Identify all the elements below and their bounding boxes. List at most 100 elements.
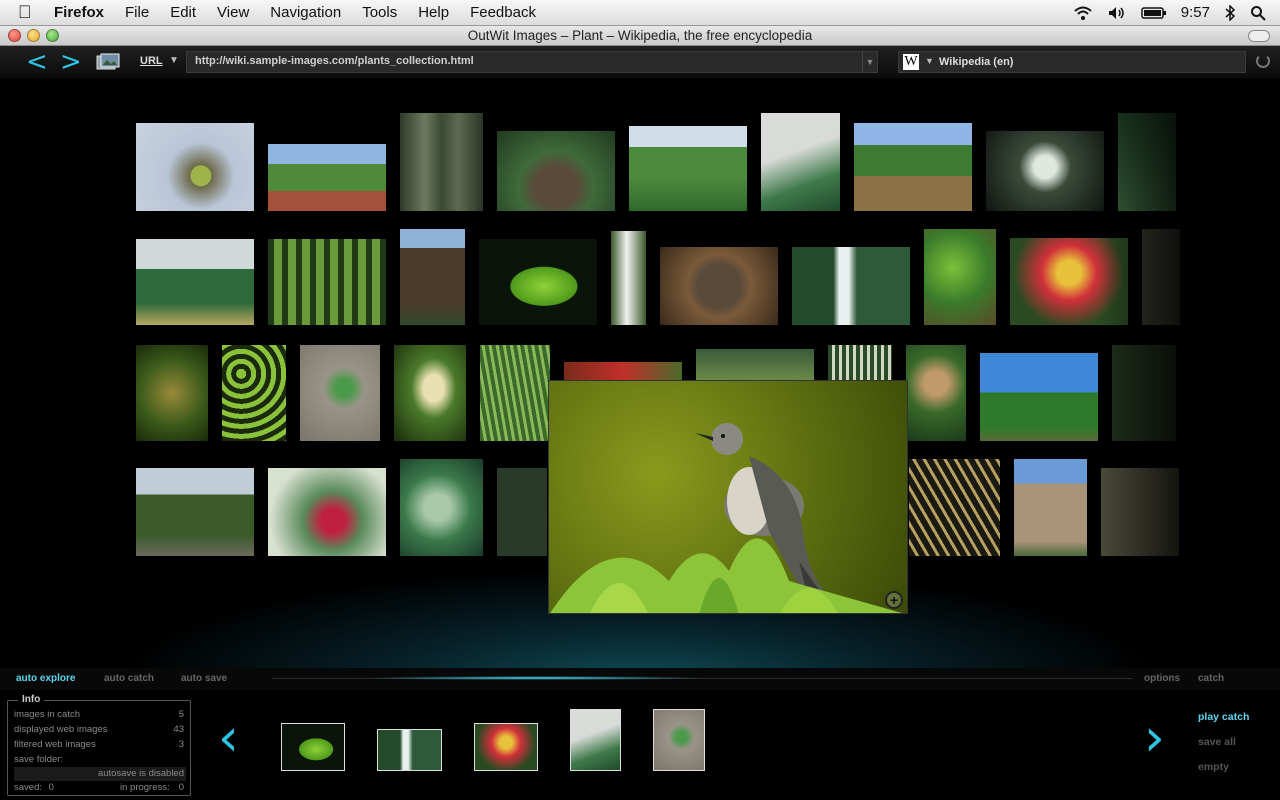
- catch-thumbnail[interactable]: [474, 723, 538, 771]
- wikipedia-icon: W: [903, 54, 919, 70]
- gallery-thumbnail[interactable]: [853, 122, 973, 212]
- gallery-thumbnail[interactable]: [135, 344, 209, 442]
- gallery-thumbnail[interactable]: [478, 238, 598, 326]
- gallery-thumbnail[interactable]: [985, 130, 1105, 212]
- gallery-thumbnail[interactable]: [1013, 458, 1088, 557]
- gallery-thumbnail[interactable]: [299, 344, 381, 442]
- info-save-folder-label: save folder:: [14, 754, 64, 765]
- gallery-thumbnail[interactable]: [695, 348, 815, 381]
- catch-prev-arrow-icon[interactable]: ‹: [218, 712, 239, 764]
- gallery-thumbnail[interactable]: [1111, 344, 1177, 442]
- info-in-progress-label: in progress:: [120, 782, 170, 793]
- url-field[interactable]: http://wiki.sample-images.com/plants_col…: [186, 51, 878, 73]
- gallery-thumbnail[interactable]: [399, 458, 484, 557]
- tab-options[interactable]: options: [1144, 673, 1180, 684]
- info-filtered-value: 3: [178, 739, 184, 750]
- panel-tabs: auto explore auto catch auto save option…: [0, 668, 1280, 690]
- gallery-thumbnail[interactable]: [791, 246, 911, 326]
- info-row: save folder:: [14, 754, 186, 765]
- gallery-thumbnail[interactable]: [135, 122, 255, 212]
- catch-thumbnail[interactable]: [653, 709, 705, 771]
- info-images-in-catch-label: images in catch: [14, 709, 81, 720]
- tab-auto-catch[interactable]: auto catch: [104, 673, 154, 684]
- gallery-thumbnail[interactable]: [399, 112, 484, 212]
- gallery-thumbnail[interactable]: [1117, 112, 1177, 212]
- save-all-button[interactable]: save all: [1198, 736, 1236, 748]
- url-value: http://wiki.sample-images.com/plants_col…: [195, 55, 474, 67]
- gallery-thumbnail[interactable]: [827, 344, 893, 381]
- progress-glow: [360, 676, 710, 680]
- menu-edit[interactable]: Edit: [170, 4, 196, 21]
- gallery-thumbnail[interactable]: [135, 467, 255, 557]
- info-filtered-label: filtered web images: [14, 739, 96, 750]
- menu-help[interactable]: Help: [418, 4, 449, 21]
- battery-icon[interactable]: [1141, 6, 1167, 20]
- info-saved-label: saved:: [14, 782, 42, 793]
- gallery-thumbnail[interactable]: [496, 130, 616, 212]
- image-preview-popup[interactable]: +: [548, 380, 908, 614]
- menu-navigation[interactable]: Navigation: [270, 4, 341, 21]
- gallery-thumbnail[interactable]: [923, 228, 997, 326]
- window-title: OutWit Images – Plant – Wikipedia, the f…: [467, 28, 813, 43]
- tab-auto-explore[interactable]: auto explore: [16, 673, 75, 684]
- gallery-thumbnail[interactable]: [393, 344, 467, 442]
- url-mode-dropdown-icon[interactable]: ▼: [169, 55, 179, 66]
- gallery-thumbnail[interactable]: [908, 458, 1001, 557]
- menu-file[interactable]: File: [125, 4, 149, 21]
- outwit-toolbar: < > URL ▼ http://wiki.sample-images.com/…: [0, 46, 1280, 79]
- gallery-thumbnail[interactable]: [979, 352, 1099, 442]
- tab-auto-save[interactable]: auto save: [181, 673, 227, 684]
- menu-tools[interactable]: Tools: [362, 4, 397, 21]
- status-tray: 9:57: [1073, 4, 1266, 21]
- catch-thumbnail[interactable]: [281, 723, 345, 771]
- source-selector[interactable]: W ▼ Wikipedia (en): [898, 51, 1246, 73]
- gallery-thumbnail[interactable]: [479, 344, 551, 442]
- zoom-in-icon[interactable]: +: [885, 591, 903, 609]
- gallery-thumbnail[interactable]: [221, 344, 287, 442]
- gallery-thumbnail[interactable]: [1009, 237, 1129, 326]
- gallery-thumbnail[interactable]: [628, 125, 748, 212]
- play-catch-button[interactable]: play catch: [1198, 711, 1249, 723]
- gallery-thumbnail[interactable]: [399, 228, 466, 326]
- images-view-icon[interactable]: [96, 53, 120, 71]
- menu-feedback[interactable]: Feedback: [470, 4, 536, 21]
- gallery-thumbnail[interactable]: [135, 238, 255, 326]
- menu-app-name[interactable]: Firefox: [54, 4, 104, 21]
- window-title-bar: OutWit Images – Plant – Wikipedia, the f…: [0, 26, 1280, 46]
- volume-icon[interactable]: [1107, 5, 1127, 21]
- catch-thumbnail[interactable]: [377, 729, 442, 771]
- menu-view[interactable]: View: [217, 4, 249, 21]
- mockingbird-preview-image: [550, 423, 902, 613]
- wifi-icon[interactable]: [1073, 5, 1093, 21]
- gallery-thumbnail[interactable]: [610, 230, 647, 326]
- gallery-thumbnail[interactable]: [267, 238, 387, 326]
- apple-menu-icon[interactable]: : [18, 2, 32, 23]
- gallery-thumbnail[interactable]: [267, 143, 387, 212]
- catch-thumbnail[interactable]: [570, 709, 621, 771]
- image-gallery-stage: +: [0, 78, 1280, 668]
- loading-spinner-icon: [1256, 54, 1270, 68]
- gallery-thumbnail[interactable]: [563, 361, 683, 381]
- gallery-thumbnail[interactable]: [659, 246, 779, 326]
- url-mode-label[interactable]: URL: [140, 55, 163, 67]
- source-dropdown-icon[interactable]: ▼: [925, 56, 934, 66]
- gallery-thumbnail[interactable]: [1100, 467, 1180, 557]
- empty-catch-button[interactable]: empty: [1198, 761, 1229, 773]
- back-icon[interactable]: <: [26, 49, 48, 75]
- tab-catch[interactable]: catch: [1198, 673, 1224, 684]
- forward-icon[interactable]: >: [60, 49, 82, 75]
- bluetooth-icon[interactable]: [1224, 4, 1236, 21]
- clock[interactable]: 9:57: [1181, 4, 1210, 21]
- gallery-thumbnail[interactable]: [267, 467, 387, 557]
- info-images-in-catch-value: 5: [178, 709, 184, 720]
- system-menu-bar:  Firefox File Edit View Navigation Tool…: [0, 0, 1280, 26]
- autosave-status: autosave is disabled: [97, 768, 184, 779]
- gallery-thumbnail[interactable]: [760, 112, 841, 212]
- url-history-dropdown-icon[interactable]: ▼: [862, 52, 877, 72]
- spotlight-search-icon[interactable]: [1250, 5, 1266, 21]
- gallery-thumbnail[interactable]: [496, 467, 548, 557]
- catch-next-arrow-icon[interactable]: ›: [1144, 712, 1165, 764]
- toolbar-toggle-button[interactable]: [1248, 30, 1270, 42]
- gallery-thumbnail[interactable]: [1141, 228, 1181, 326]
- gallery-thumbnail[interactable]: [905, 344, 967, 442]
